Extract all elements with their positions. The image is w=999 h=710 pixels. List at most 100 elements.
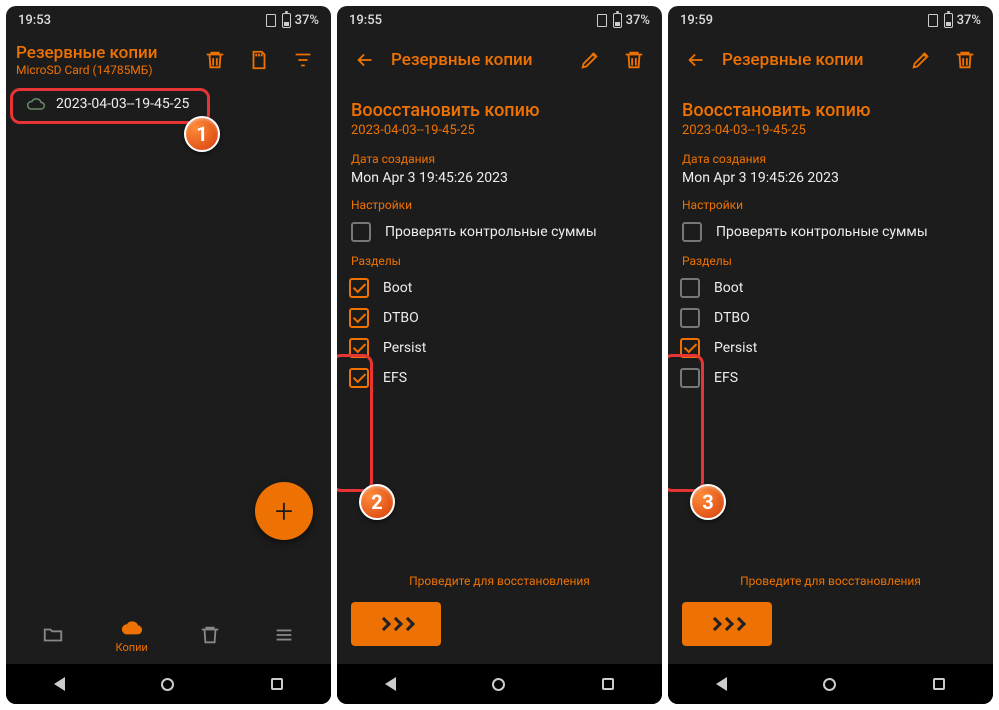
screen-1: 19:53 37% Резервные копии MicroSD Card (… [6, 6, 331, 704]
edit-button[interactable] [572, 42, 608, 78]
system-nav [337, 664, 662, 704]
swipe-instruction: Проведите для восстановления [668, 574, 993, 588]
status-bar: 19:55 37% [337, 6, 662, 34]
trash-icon [623, 49, 645, 71]
back-button[interactable] [678, 42, 714, 78]
checkbox-boot[interactable] [349, 278, 369, 298]
restore-subtitle: 2023-04-03--19-45-25 [682, 123, 979, 138]
folder-icon [42, 624, 64, 646]
home-button[interactable] [492, 678, 505, 691]
nav-label: Копии [116, 641, 148, 654]
date-label: Дата создания [682, 152, 979, 166]
partitions-label: Разделы [351, 254, 648, 268]
checkbox-checksums[interactable] [682, 222, 702, 242]
checksums-label: Проверять контрольные суммы [716, 224, 928, 240]
nav-menu[interactable] [273, 624, 295, 646]
trash-icon [199, 624, 221, 646]
screen-3: 19:59 37% Резервные копии Воосстановить … [668, 6, 993, 704]
clock: 19:55 [349, 13, 382, 28]
app-bar: Резервные копии MicroSD Card (14785МБ) [6, 34, 331, 86]
checkbox-checksums[interactable] [351, 222, 371, 242]
recents-button[interactable] [271, 678, 283, 690]
sd-icon [597, 14, 607, 27]
system-nav [6, 664, 331, 704]
back-button[interactable] [54, 677, 65, 691]
storage-button[interactable] [241, 42, 277, 78]
checkbox-dtbo[interactable] [349, 308, 369, 328]
battery-icon [944, 13, 953, 28]
checkbox-dtbo[interactable] [680, 308, 700, 328]
filter-button[interactable] [285, 42, 321, 78]
checkbox-persist[interactable] [349, 338, 369, 358]
nav-files[interactable] [42, 624, 64, 646]
restore-subtitle: 2023-04-03--19-45-25 [351, 123, 648, 138]
delete-button[interactable] [197, 42, 233, 78]
pencil-icon [579, 49, 601, 71]
edit-button[interactable] [903, 42, 939, 78]
partition-name: Boot [714, 280, 743, 296]
partition-list: Boot DTBO Persist EFS [349, 278, 648, 388]
add-backup-fab[interactable]: + [255, 482, 313, 540]
screen-2: 19:55 37% Резервные копии Воосстановить … [337, 6, 662, 704]
back-button[interactable] [385, 677, 396, 691]
system-nav [668, 664, 993, 704]
checkbox-efs[interactable] [680, 368, 700, 388]
checkbox-efs[interactable] [349, 368, 369, 388]
battery-pct: 37% [957, 13, 981, 28]
partition-name: EFS [714, 370, 738, 386]
home-button[interactable] [161, 678, 174, 691]
recents-button[interactable] [602, 678, 614, 690]
nav-backups[interactable]: Копии [116, 617, 148, 654]
sd-icon [266, 14, 276, 27]
nav-trash[interactable] [199, 624, 221, 646]
status-bar: 19:59 37% [668, 6, 993, 34]
settings-label: Настройки [351, 198, 648, 212]
back-button[interactable] [716, 677, 727, 691]
battery-icon [282, 13, 291, 28]
checksums-label: Проверять контрольные суммы [385, 224, 597, 240]
page-title: Резервные копии [391, 50, 564, 70]
backup-name: 2023-04-03--19-45-25 [56, 96, 189, 112]
home-button[interactable] [823, 678, 836, 691]
plus-icon: + [275, 492, 293, 530]
pencil-icon [910, 49, 932, 71]
partition-list: Boot DTBO Persist EFS [680, 278, 979, 388]
callout-badge: 2 [359, 484, 395, 520]
chevron-right-icon [732, 617, 746, 631]
backup-list-item[interactable]: 2023-04-03--19-45-25 [20, 86, 317, 122]
bottom-nav: Копии [6, 606, 331, 664]
clock: 19:59 [680, 13, 713, 28]
clock: 19:53 [18, 13, 51, 28]
partition-name: Persist [714, 340, 757, 356]
delete-button[interactable] [616, 42, 652, 78]
arrow-left-icon [685, 49, 707, 71]
callout-badge: 1 [184, 116, 220, 152]
chevron-right-icon [401, 617, 415, 631]
partition-name: DTBO [383, 310, 419, 326]
partition-name: DTBO [714, 310, 750, 326]
cloud-icon [121, 617, 143, 639]
storage-subtitle: MicroSD Card (14785МБ) [16, 63, 189, 77]
sd-card-icon [248, 49, 270, 71]
page-title: Резервные копии [16, 43, 189, 63]
callout-badge: 3 [690, 484, 726, 520]
checkbox-persist[interactable] [680, 338, 700, 358]
cloud-icon [26, 97, 46, 111]
checkbox-boot[interactable] [680, 278, 700, 298]
swipe-restore-button[interactable] [682, 602, 772, 646]
delete-button[interactable] [947, 42, 983, 78]
app-bar: Резервные копии [668, 34, 993, 86]
restore-title: Воосстановить копию [351, 100, 648, 121]
restore-title: Воосстановить копию [682, 100, 979, 121]
date-label: Дата создания [351, 152, 648, 166]
arrow-left-icon [354, 49, 376, 71]
recents-button[interactable] [933, 678, 945, 690]
settings-label: Настройки [682, 198, 979, 212]
status-bar: 19:53 37% [6, 6, 331, 34]
battery-pct: 37% [626, 13, 650, 28]
partitions-label: Разделы [682, 254, 979, 268]
partition-name: Persist [383, 340, 426, 356]
back-button[interactable] [347, 42, 383, 78]
battery-pct: 37% [295, 13, 319, 28]
swipe-restore-button[interactable] [351, 602, 441, 646]
